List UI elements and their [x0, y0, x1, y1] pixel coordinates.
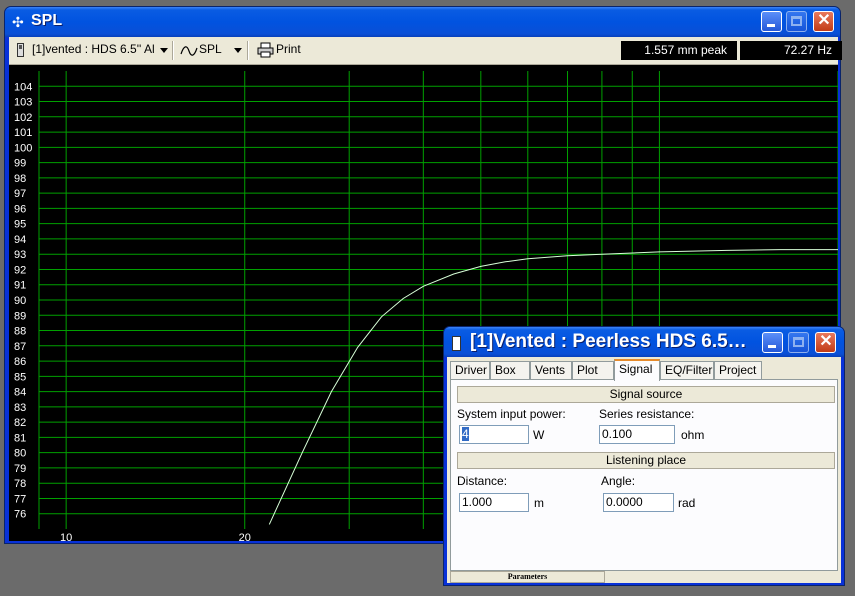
y-tick-label: 96 [14, 203, 26, 215]
frequency-readout: 72.27 Hz [740, 41, 842, 60]
y-tick-label: 82 [14, 417, 26, 429]
y-tick-label: 88 [14, 326, 26, 338]
project-selector[interactable]: [1]vented : HDS 6.5'' Al [32, 42, 155, 56]
project-dropdown-arrow-icon[interactable] [160, 48, 168, 53]
y-tick-label: 104 [14, 81, 32, 93]
maximize-icon [793, 337, 804, 347]
y-tick-label: 91 [14, 280, 26, 292]
toolbar-separator [172, 41, 174, 60]
dialog-body: Driver Box Vents Plot Signal EQ/Filter P… [447, 357, 841, 583]
y-tick-label: 100 [14, 142, 32, 154]
dialog-status-bar: Parameters [447, 571, 841, 583]
dialog-title-bar[interactable]: [1]Vented : Peerless HDS 6.5… ✕ [444, 327, 844, 357]
y-tick-label: 86 [14, 356, 26, 368]
tab-signal[interactable]: Signal [614, 359, 660, 381]
y-tick-label: 79 [14, 463, 26, 475]
curve-selector[interactable]: SPL [199, 42, 222, 56]
y-tick-label: 94 [14, 234, 26, 246]
y-tick-label: 102 [14, 112, 32, 124]
y-tick-label: 89 [14, 310, 26, 322]
maximize-icon [791, 16, 802, 26]
angle-label: Angle: [601, 474, 636, 488]
y-tick-label: 76 [14, 509, 26, 521]
tab-eq-filter[interactable]: EQ/Filter [660, 361, 714, 380]
wave-icon [180, 46, 198, 56]
y-tick-label: 87 [14, 341, 26, 353]
series-resistance-label: Series resistance: [599, 407, 695, 421]
y-tick-label: 90 [14, 295, 26, 307]
tab-project[interactable]: Project [714, 361, 762, 380]
listening-place-header: Listening place [457, 452, 835, 469]
y-tick-label: 85 [14, 371, 26, 383]
y-tick-label: 81 [14, 432, 26, 444]
y-tick-label: 84 [14, 387, 26, 399]
distance-field[interactable]: 1.000 [459, 493, 529, 512]
series-resistance-field[interactable]: 0.100 [599, 425, 675, 444]
y-tick-label: 101 [14, 127, 32, 139]
y-tick-label: 83 [14, 402, 26, 414]
signal-source-header: Signal source [457, 386, 835, 403]
x-tick-label: 10 [60, 532, 72, 541]
y-tick-label: 78 [14, 478, 26, 490]
print-button[interactable]: Print [276, 42, 301, 56]
tab-vents[interactable]: Vents [530, 361, 572, 380]
minimize-icon [767, 24, 775, 27]
close-button[interactable]: ✕ [813, 11, 834, 32]
y-tick-label: 80 [14, 448, 26, 460]
distance-unit: m [534, 496, 544, 510]
spl-title-bar[interactable]: ✣ SPL ✕ [5, 7, 840, 37]
input-power-value: 4 [462, 427, 469, 441]
dialog-maximize-button[interactable] [788, 332, 809, 353]
angle-unit: rad [678, 496, 696, 510]
window-title: SPL [31, 12, 63, 29]
minimize-icon [768, 345, 776, 348]
angle-field[interactable]: 0.0000 [603, 493, 674, 512]
series-resistance-unit: ohm [681, 428, 705, 442]
dialog-minimize-button[interactable] [762, 332, 783, 353]
dialog-title: [1]Vented : Peerless HDS 6.5… [470, 331, 747, 352]
status-parameters: Parameters [450, 571, 605, 583]
y-tick-label: 98 [14, 173, 26, 185]
y-tick-label: 97 [14, 188, 26, 200]
spl-toolbar: [1]vented : HDS 6.5'' Al SPL Print 1.557… [9, 37, 842, 65]
input-power-unit: W [533, 428, 545, 442]
curve-dropdown-arrow-icon[interactable] [234, 48, 242, 53]
toolbar-separator [247, 41, 249, 60]
tab-plot[interactable]: Plot [572, 361, 614, 380]
excursion-readout: 1.557 mm peak [621, 41, 737, 60]
speaker-icon [452, 336, 461, 351]
tab-driver[interactable]: Driver [450, 361, 490, 380]
y-tick-label: 103 [14, 97, 32, 109]
y-tick-label: 93 [14, 249, 26, 261]
input-power-field[interactable]: 4 [459, 425, 529, 444]
y-tick-label: 95 [14, 219, 26, 231]
maximize-button[interactable] [786, 11, 807, 32]
crosshair-icon: ✣ [12, 14, 24, 30]
input-power-label: System input power: [457, 407, 566, 421]
close-icon: ✕ [819, 333, 833, 350]
printer-icon [257, 42, 274, 58]
speaker-icon [17, 43, 24, 57]
y-tick-label: 99 [14, 158, 26, 170]
signal-tab-panel: Signal source System input power: 4 W Se… [450, 379, 838, 571]
minimize-button[interactable] [761, 11, 782, 32]
distance-label: Distance: [457, 474, 508, 488]
dialog-close-button[interactable]: ✕ [815, 332, 836, 353]
x-tick-label: 20 [239, 532, 251, 541]
close-icon: ✕ [817, 12, 831, 29]
y-tick-label: 92 [14, 264, 26, 276]
y-tick-label: 77 [14, 493, 26, 505]
tab-box[interactable]: Box [490, 361, 530, 380]
project-dialog: [1]Vented : Peerless HDS 6.5… ✕ Driver B… [443, 326, 845, 586]
